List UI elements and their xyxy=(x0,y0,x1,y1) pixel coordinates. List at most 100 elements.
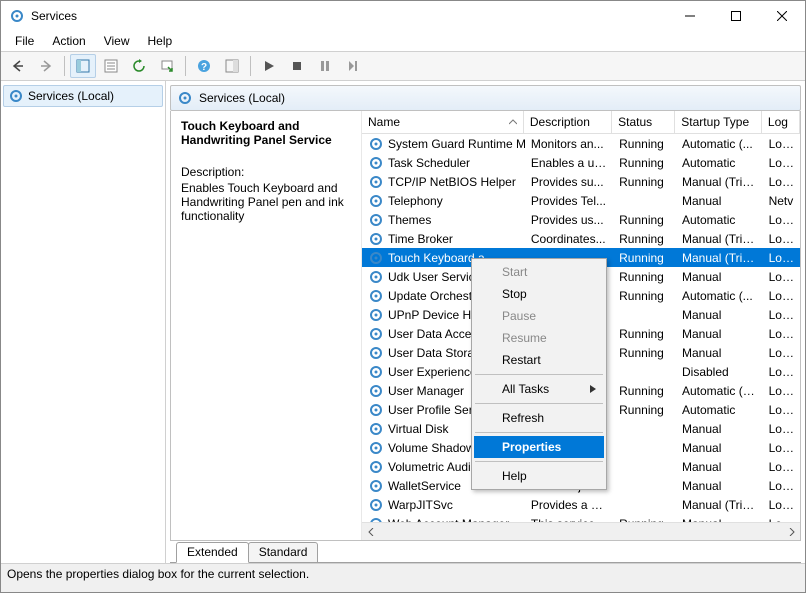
ctx-pause[interactable]: Pause xyxy=(474,305,604,327)
service-description: Enables a us... xyxy=(525,156,613,170)
col-header-name[interactable]: Name xyxy=(362,111,524,133)
ctx-refresh[interactable]: Refresh xyxy=(474,407,604,429)
scroll-left-button[interactable] xyxy=(362,523,379,540)
service-status: Running xyxy=(613,137,676,151)
col-header-status[interactable]: Status xyxy=(612,111,675,133)
ctx-stop[interactable]: Stop xyxy=(474,283,604,305)
gear-icon xyxy=(368,136,384,152)
service-row[interactable]: TelephonyProvides Tel...ManualNetv xyxy=(362,191,800,210)
gear-icon xyxy=(368,383,384,399)
gear-icon xyxy=(368,478,384,494)
col-header-description[interactable]: Description xyxy=(524,111,612,133)
service-status: Running xyxy=(613,213,676,227)
service-logon: Loca xyxy=(763,156,800,170)
show-hide-tree-button[interactable] xyxy=(70,54,96,78)
horizontal-scrollbar[interactable] xyxy=(362,522,800,540)
minimize-button[interactable] xyxy=(667,1,713,31)
ctx-properties[interactable]: Properties xyxy=(474,436,604,458)
nav-services-local[interactable]: Services (Local) xyxy=(3,85,163,107)
service-description: Provides a JI... xyxy=(525,498,613,512)
service-startup: Manual xyxy=(676,194,763,208)
service-startup: Automatic (T... xyxy=(676,384,763,398)
start-service-button[interactable] xyxy=(256,54,282,78)
action-pane-button[interactable] xyxy=(219,54,245,78)
col-header-startup[interactable]: Startup Type xyxy=(675,111,762,133)
service-logon: Loca xyxy=(763,270,800,284)
service-startup: Manual xyxy=(676,308,763,322)
pause-service-button[interactable] xyxy=(312,54,338,78)
ctx-separator xyxy=(475,403,603,404)
service-startup: Manual xyxy=(676,270,763,284)
service-name: TCP/IP NetBIOS Helper xyxy=(388,175,516,189)
service-row[interactable]: ThemesProvides us...RunningAutomaticLoca xyxy=(362,210,800,229)
body: Services (Local) Services (Local) Touch … xyxy=(1,81,805,563)
scroll-right-button[interactable] xyxy=(783,523,800,540)
nav-item-label: Services (Local) xyxy=(28,89,114,103)
gear-icon xyxy=(368,326,384,342)
ctx-resume[interactable]: Resume xyxy=(474,327,604,349)
navigation-pane: Services (Local) xyxy=(1,81,166,563)
ctx-separator xyxy=(475,374,603,375)
pane-title: Services (Local) xyxy=(199,91,285,105)
service-startup: Automatic xyxy=(676,156,763,170)
properties-toolbar-button[interactable] xyxy=(98,54,124,78)
tab-standard[interactable]: Standard xyxy=(248,542,319,563)
service-logon: Loca xyxy=(763,137,800,151)
service-row[interactable]: TCP/IP NetBIOS HelperProvides su...Runni… xyxy=(362,172,800,191)
description-label: Description: xyxy=(181,165,351,179)
service-startup: Automatic xyxy=(676,213,763,227)
service-logon: Loca xyxy=(763,251,800,265)
ctx-help[interactable]: Help xyxy=(474,465,604,487)
ctx-separator xyxy=(475,432,603,433)
menu-file[interactable]: File xyxy=(7,32,42,50)
export-list-button[interactable] xyxy=(154,54,180,78)
refresh-button[interactable] xyxy=(126,54,152,78)
gear-icon xyxy=(368,497,384,513)
service-row[interactable]: WarpJITSvcProvides a JI...Manual (Trig..… xyxy=(362,495,800,514)
help-button[interactable]: ? xyxy=(191,54,217,78)
service-logon: Loca xyxy=(763,479,800,493)
view-tabs: Extended Standard xyxy=(170,541,801,563)
scroll-track[interactable] xyxy=(379,523,783,540)
restart-service-button[interactable] xyxy=(340,54,366,78)
ctx-start[interactable]: Start xyxy=(474,261,604,283)
maximize-button[interactable] xyxy=(713,1,759,31)
service-startup: Manual (Trig... xyxy=(676,498,763,512)
service-startup: Manual xyxy=(676,479,763,493)
service-description: Coordinates... xyxy=(525,232,613,246)
service-row[interactable]: Time BrokerCoordinates...RunningManual (… xyxy=(362,229,800,248)
forward-button[interactable] xyxy=(33,54,59,78)
ctx-restart[interactable]: Restart xyxy=(474,349,604,371)
service-name: System Guard Runtime Mo... xyxy=(388,137,525,151)
col-header-logon[interactable]: Log xyxy=(762,111,800,133)
titlebar: Services xyxy=(1,1,805,31)
service-startup: Automatic xyxy=(676,403,763,417)
service-logon: Loca xyxy=(763,498,800,512)
context-menu: Start Stop Pause Resume Restart All Task… xyxy=(471,258,607,490)
gear-icon xyxy=(368,364,384,380)
close-button[interactable] xyxy=(759,1,805,31)
menu-help[interactable]: Help xyxy=(140,32,181,50)
sort-asc-icon xyxy=(509,118,517,126)
gear-icon xyxy=(368,345,384,361)
tab-extended[interactable]: Extended xyxy=(176,542,249,563)
pane-body: Touch Keyboard and Handwriting Panel Ser… xyxy=(170,111,801,541)
service-row[interactable]: Web Account ManagerThis service ...Runni… xyxy=(362,514,800,522)
menu-action[interactable]: Action xyxy=(44,32,93,50)
gear-icon xyxy=(368,440,384,456)
service-name: Time Broker xyxy=(388,232,453,246)
service-logon: Loca xyxy=(763,213,800,227)
ctx-all-tasks[interactable]: All Tasks xyxy=(474,378,604,400)
service-startup: Manual xyxy=(676,441,763,455)
service-status: Running xyxy=(613,232,676,246)
service-row[interactable]: System Guard Runtime Mo...Monitors an...… xyxy=(362,134,800,153)
service-name: Telephony xyxy=(388,194,443,208)
service-status: Running xyxy=(613,251,676,265)
stop-service-button[interactable] xyxy=(284,54,310,78)
services-app-icon xyxy=(9,8,25,24)
service-status: Running xyxy=(613,384,676,398)
menu-view[interactable]: View xyxy=(96,32,138,50)
back-button[interactable] xyxy=(5,54,31,78)
service-row[interactable]: Task SchedulerEnables a us...RunningAuto… xyxy=(362,153,800,172)
service-description: Provides Tel... xyxy=(525,194,613,208)
